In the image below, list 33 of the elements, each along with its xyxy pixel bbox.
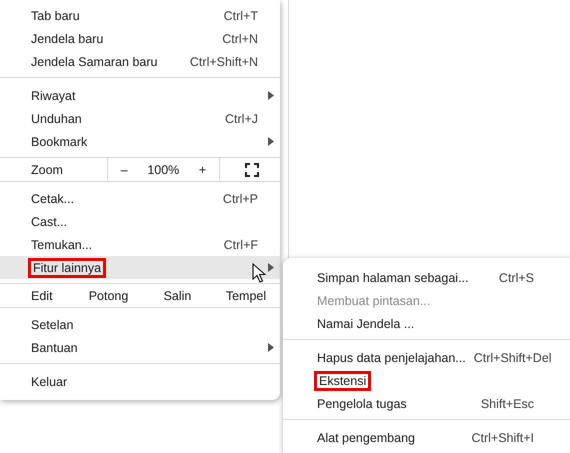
menu-item[interactable]: Alat pengembang Ctrl+Shift+I <box>283 426 570 449</box>
menu-item[interactable]: Cetak... Ctrl+P <box>0 187 280 210</box>
edit-action-button[interactable]: Potong <box>74 284 143 307</box>
menu-item[interactable]: Tab baru Ctrl+T <box>0 4 280 27</box>
edit-label: Edit <box>30 288 54 304</box>
menu-item[interactable]: Cast... <box>0 210 280 233</box>
menu-item[interactable]: Fitur lainnya <box>0 256 280 279</box>
mouse-pointer-icon <box>252 263 266 284</box>
zoom-in-button[interactable]: + <box>192 162 212 176</box>
menu-item[interactable]: Simpan halaman sebagai... Ctrl+S <box>283 266 570 289</box>
menu-item[interactable]: Bookmark <box>0 130 280 153</box>
submenu-arrow-icon <box>268 137 274 146</box>
menu-item[interactable]: Riwayat <box>0 84 280 107</box>
edit-action-button[interactable]: Tempel <box>212 284 280 307</box>
menu-item[interactable]: Keluar <box>0 370 280 393</box>
submenu-arrow-icon <box>268 343 274 352</box>
menu-item[interactable]: Namai Jendela ... <box>283 312 570 335</box>
menu-item[interactable]: Temukan... Ctrl+F <box>0 233 280 256</box>
menu-item[interactable]: Jendela baru Ctrl+N <box>0 27 280 50</box>
zoom-level: 100% <box>147 162 180 176</box>
edit-action-button[interactable]: Salin <box>143 284 212 307</box>
zoom-out-button[interactable]: – <box>114 162 134 176</box>
menu-item[interactable]: Hapus data penjelajahan... Ctrl+Shift+Del <box>283 346 570 369</box>
menu-item[interactable]: Bantuan <box>0 336 280 359</box>
fullscreen-icon[interactable] <box>245 162 259 176</box>
submenu-arrow-icon <box>268 91 274 100</box>
menu-item[interactable]: Jendela Samaran baru Ctrl+Shift+N <box>0 50 280 73</box>
menu-item[interactable]: Unduhan Ctrl+J <box>0 107 280 130</box>
zoom-label: Zoom <box>30 162 64 178</box>
menu-item[interactable]: Setelan <box>0 313 280 336</box>
menu-item[interactable]: Pengelola tugas Shift+Esc <box>283 392 570 415</box>
menu-item[interactable]: Ekstensi <box>283 369 570 392</box>
submenu-arrow-icon <box>268 263 274 272</box>
